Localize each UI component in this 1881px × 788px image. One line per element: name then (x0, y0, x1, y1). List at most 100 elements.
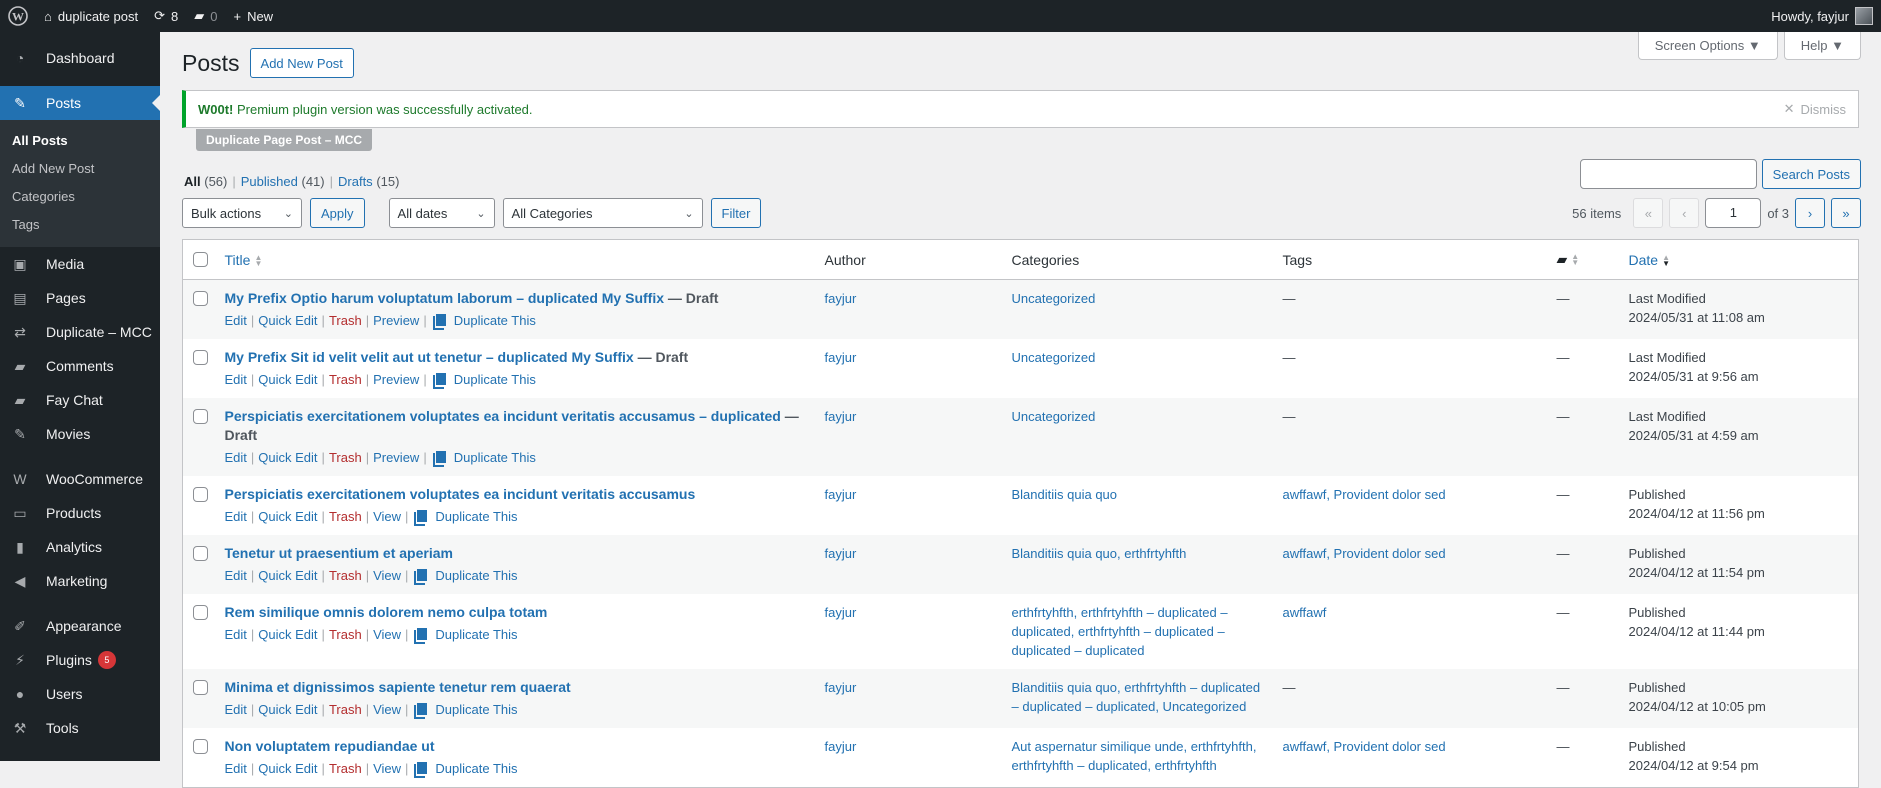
post-title-link[interactable]: Tenetur ut praesentium et aperiam (225, 545, 453, 561)
author-link[interactable]: fayjur (825, 291, 857, 306)
dismiss-button[interactable]: ✕ Dismiss (1784, 101, 1846, 117)
edit-link[interactable]: Edit (225, 566, 247, 585)
row-checkbox[interactable] (193, 487, 208, 502)
author-link[interactable]: fayjur (825, 605, 857, 620)
view-link[interactable]: View (373, 759, 401, 778)
categories-links[interactable]: Uncategorized (1012, 291, 1096, 306)
tags-links[interactable]: awffawf, Provident dolor sed (1283, 739, 1446, 754)
current-page-input[interactable]: 1 (1705, 198, 1762, 228)
column-date[interactable]: Date ▲ ▼ (1620, 239, 1859, 280)
author-link[interactable]: fayjur (825, 739, 857, 754)
author-link[interactable]: fayjur (825, 409, 857, 424)
tags-links[interactable]: awffawf, Provident dolor sed (1283, 487, 1446, 502)
row-checkbox[interactable] (193, 409, 208, 424)
sidebar-item-plugins[interactable]: ⚡ Plugins 5 (0, 643, 160, 677)
trash-link[interactable]: Trash (329, 507, 362, 526)
trash-link[interactable]: Trash (329, 625, 362, 644)
column-comments[interactable]: ▰ ▲ ▼ (1548, 239, 1621, 280)
submenu-all-posts[interactable]: All Posts (0, 127, 160, 155)
duplicate-this-link[interactable]: Duplicate This (435, 507, 517, 526)
sidebar-item-woocommerce[interactable]: W WooCommerce (0, 462, 160, 496)
view-link[interactable]: Preview (373, 448, 419, 467)
quick-edit-link[interactable]: Quick Edit (258, 448, 317, 467)
post-title-link[interactable]: Perspiciatis exercitationem voluptates e… (225, 486, 696, 502)
view-link[interactable]: View (373, 625, 401, 644)
edit-link[interactable]: Edit (225, 625, 247, 644)
view-link[interactable]: View (373, 566, 401, 585)
trash-link[interactable]: Trash (329, 759, 362, 778)
author-link[interactable]: fayjur (825, 487, 857, 502)
categories-links[interactable]: Aut aspernatur similique unde, erthfrtyh… (1012, 739, 1257, 773)
quick-edit-link[interactable]: Quick Edit (258, 507, 317, 526)
edit-link[interactable]: Edit (225, 507, 247, 526)
sidebar-item-posts[interactable]: ✎ Posts (0, 86, 160, 120)
categories-links[interactable]: Uncategorized (1012, 409, 1096, 424)
sidebar-item-fay-chat[interactable]: ▰ Fay Chat (0, 383, 160, 417)
sidebar-item-products[interactable]: ▭ Products (0, 496, 160, 530)
edit-link[interactable]: Edit (225, 448, 247, 467)
search-input[interactable] (1579, 159, 1757, 189)
edit-link[interactable]: Edit (225, 370, 247, 389)
view-published[interactable]: Published (41) (241, 174, 325, 189)
sidebar-item-pages[interactable]: ▤ Pages (0, 281, 160, 315)
sidebar-item-movies[interactable]: ✎ Movies (0, 417, 160, 451)
edit-link[interactable]: Edit (225, 700, 247, 719)
sidebar-item-analytics[interactable]: ▮ Analytics (0, 530, 160, 564)
select-all-checkbox[interactable] (193, 251, 208, 267)
updates-link[interactable]: ⟳ 8 (146, 0, 186, 32)
bulk-actions-select[interactable]: Bulk actions ⌄ (182, 198, 302, 228)
wordpress-logo-icon[interactable]: W (0, 0, 36, 32)
submenu-categories[interactable]: Categories (0, 183, 160, 211)
duplicate-this-link[interactable]: Duplicate This (435, 625, 517, 644)
quick-edit-link[interactable]: Quick Edit (258, 370, 317, 389)
help-button[interactable]: Help ▼ (1783, 32, 1861, 60)
row-checkbox[interactable] (193, 546, 208, 561)
post-title-link[interactable]: Minima et dignissimos sapiente tenetur r… (225, 679, 571, 695)
dates-select[interactable]: All dates ⌄ (388, 198, 495, 228)
last-page-button[interactable]: » (1831, 198, 1861, 228)
site-name-link[interactable]: ⌂ duplicate post (36, 0, 146, 32)
add-new-post-button[interactable]: Add New Post (249, 48, 354, 78)
row-checkbox[interactable] (193, 739, 208, 754)
post-title-link[interactable]: My Prefix Sit id velit velit aut ut tene… (225, 349, 634, 365)
search-posts-button[interactable]: Search Posts (1761, 159, 1861, 189)
submenu-add-new-post[interactable]: Add New Post (0, 155, 160, 183)
view-link[interactable]: Preview (373, 311, 419, 330)
view-all[interactable]: All (56) (184, 174, 227, 189)
row-checkbox[interactable] (193, 605, 208, 620)
trash-link[interactable]: Trash (329, 448, 362, 467)
sidebar-item-marketing[interactable]: ◀ Marketing (0, 564, 160, 598)
post-title-link[interactable]: Non voluptatem repudiandae ut (225, 738, 435, 754)
column-title[interactable]: Title ▲ ▼ (216, 239, 817, 280)
trash-link[interactable]: Trash (329, 700, 362, 719)
duplicate-this-link[interactable]: Duplicate This (435, 700, 517, 719)
view-link[interactable]: View (373, 700, 401, 719)
view-link[interactable]: Preview (373, 370, 419, 389)
categories-links[interactable]: erthfrtyhfth, erthfrtyhfth – duplicated … (1012, 605, 1228, 658)
duplicate-this-link[interactable]: Duplicate This (454, 448, 536, 467)
sidebar-item-duplicate-mcc[interactable]: ⇄ Duplicate – MCC (0, 315, 160, 349)
quick-edit-link[interactable]: Quick Edit (258, 625, 317, 644)
duplicate-this-link[interactable]: Duplicate This (454, 311, 536, 330)
post-title-link[interactable]: Rem similique omnis dolorem nemo culpa t… (225, 604, 548, 620)
author-link[interactable]: fayjur (825, 680, 857, 695)
trash-link[interactable]: Trash (329, 566, 362, 585)
post-title-link[interactable]: My Prefix Optio harum voluptatum laborum… (225, 290, 665, 306)
view-drafts[interactable]: Drafts (15) (338, 174, 399, 189)
author-link[interactable]: fayjur (825, 546, 857, 561)
submenu-tags[interactable]: Tags (0, 211, 160, 239)
quick-edit-link[interactable]: Quick Edit (258, 566, 317, 585)
quick-edit-link[interactable]: Quick Edit (258, 700, 317, 719)
row-checkbox[interactable] (193, 680, 208, 695)
view-link[interactable]: View (373, 507, 401, 526)
edit-link[interactable]: Edit (225, 311, 247, 330)
comments-link[interactable]: ▰ 0 (186, 0, 225, 32)
edit-link[interactable]: Edit (225, 759, 247, 778)
tags-links[interactable]: awffawf (1283, 605, 1327, 620)
sidebar-item-users[interactable]: ● Users (0, 677, 160, 711)
duplicate-this-link[interactable]: Duplicate This (454, 370, 536, 389)
categories-select[interactable]: All Categories ⌄ (502, 198, 703, 228)
quick-edit-link[interactable]: Quick Edit (258, 759, 317, 778)
post-title-link[interactable]: Perspiciatis exercitationem voluptates e… (225, 408, 781, 424)
duplicate-this-link[interactable]: Duplicate This (435, 566, 517, 585)
